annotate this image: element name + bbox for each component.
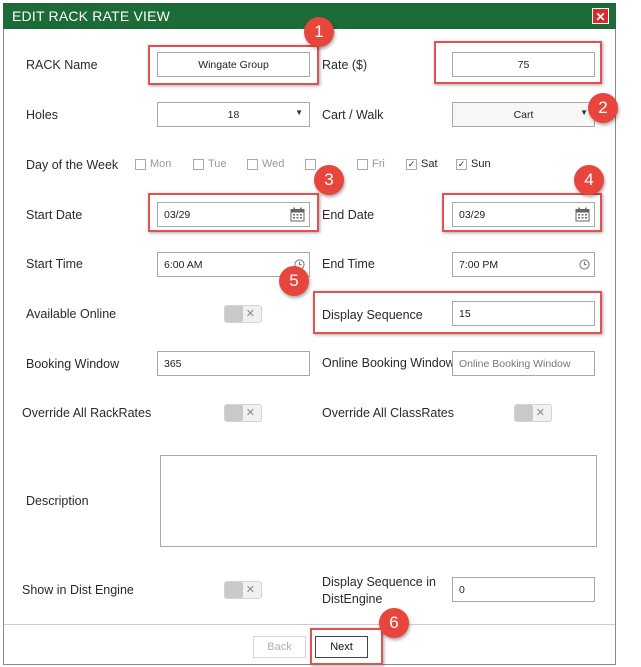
override-classrates-label: Override All ClassRates <box>322 406 454 420</box>
checkbox-wed[interactable] <box>247 159 258 170</box>
cart-walk-value: Cart <box>513 109 534 121</box>
x-icon: ✕ <box>535 407 545 419</box>
highlight-start-date <box>148 193 319 232</box>
description-label: Description <box>26 494 89 508</box>
holes-select[interactable]: 18 ▼ <box>157 102 310 127</box>
display-sequence-dist-input[interactable]: 0 <box>452 577 595 602</box>
online-booking-window-placeholder: Online Booking Window <box>459 358 571 370</box>
toggle-knob <box>225 306 243 322</box>
caret-down-icon: ▼ <box>295 108 303 117</box>
checkbox-mon[interactable] <box>135 159 146 170</box>
booking-window-value: 365 <box>164 358 182 370</box>
available-online-toggle[interactable]: ✕ <box>224 305 262 323</box>
back-button[interactable]: Back <box>253 636 306 658</box>
override-classrates-toggle[interactable]: ✕ <box>514 404 552 422</box>
end-time-label: End Time <box>322 257 375 271</box>
booking-window-input[interactable]: 365 <box>157 351 310 376</box>
highlight-rate <box>434 41 602 84</box>
start-date-label: Start Date <box>26 208 83 222</box>
booking-window-label: Booking Window <box>26 357 120 371</box>
online-booking-window-label: Online Booking Window <box>322 356 455 370</box>
clock-icon[interactable] <box>579 259 590 270</box>
x-icon: ✕ <box>245 308 255 320</box>
end-time-input[interactable]: 7:00 PM <box>452 252 595 277</box>
toggle-knob <box>225 405 243 421</box>
highlight-display-sequence <box>313 291 602 334</box>
cart-walk-select[interactable]: Cart ▼ <box>452 102 595 127</box>
rate-label: Rate ($) <box>322 58 368 72</box>
end-time-value: 7:00 PM <box>459 259 499 271</box>
display-sequence-dist-value: 0 <box>459 584 465 596</box>
dialog-title: EDIT RACK RATE VIEW <box>12 8 171 24</box>
start-time-label: Start Time <box>26 257 83 271</box>
cart-walk-label: Cart / Walk <box>322 108 384 122</box>
x-icon: ✕ <box>245 584 255 596</box>
online-booking-window-input[interactable]: Online Booking Window <box>452 351 595 376</box>
description-textarea[interactable] <box>160 455 597 547</box>
close-icon[interactable]: ✕ <box>592 8 609 24</box>
checkbox-fri[interactable] <box>357 159 368 170</box>
day-tue-label: Tue <box>208 158 227 170</box>
checkbox-tue[interactable] <box>193 159 204 170</box>
display-sequence-dist-label: Display Sequence in DistEngine <box>322 575 436 606</box>
toggle-knob <box>225 582 243 598</box>
day-sun-label: Sun <box>471 158 491 170</box>
override-rackrates-label: Override All RackRates <box>22 406 152 420</box>
x-icon: ✕ <box>245 407 255 419</box>
override-rackrates-toggle[interactable]: ✕ <box>224 404 262 422</box>
start-time-value: 6:00 AM <box>164 259 203 271</box>
show-dist-engine-label: Show in Dist Engine <box>22 583 134 597</box>
day-fri-label: Fri <box>372 158 385 170</box>
annotation-badge-5: 5 <box>279 266 309 296</box>
highlight-end-date <box>442 193 602 232</box>
annotation-badge-4: 4 <box>574 165 604 195</box>
available-online-label: Available Online <box>26 307 117 321</box>
checkmark-icon[interactable]: ✓ <box>406 159 417 170</box>
show-dist-engine-toggle[interactable]: ✕ <box>224 581 262 599</box>
checkmark-icon[interactable]: ✓ <box>456 159 467 170</box>
highlight-rack-name <box>148 45 319 85</box>
day-mon-label: Mon <box>150 158 172 170</box>
holes-label: Holes <box>26 108 58 122</box>
annotation-badge-1: 1 <box>304 17 334 47</box>
rack-name-label: RACK Name <box>26 58 98 72</box>
annotation-badge-2: 2 <box>588 93 618 123</box>
annotation-badge-3: 3 <box>314 165 344 195</box>
toggle-knob <box>515 405 533 421</box>
highlight-next <box>310 628 383 665</box>
end-date-label: End Date <box>322 208 375 222</box>
annotation-badge-6: 6 <box>379 608 409 638</box>
holes-value: 18 <box>227 109 240 121</box>
checkbox-thu[interactable] <box>305 159 316 170</box>
day-of-week-label: Day of the Week <box>26 158 119 172</box>
day-sat-label: Sat <box>421 158 438 170</box>
caret-down-icon: ▼ <box>580 108 588 117</box>
day-wed-label: Wed <box>262 158 285 170</box>
